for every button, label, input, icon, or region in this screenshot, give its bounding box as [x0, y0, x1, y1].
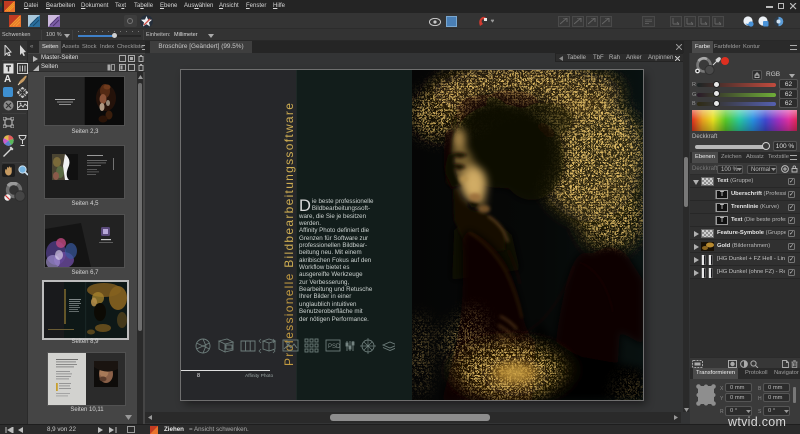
svg-text:PSD: PSD	[328, 344, 341, 350]
